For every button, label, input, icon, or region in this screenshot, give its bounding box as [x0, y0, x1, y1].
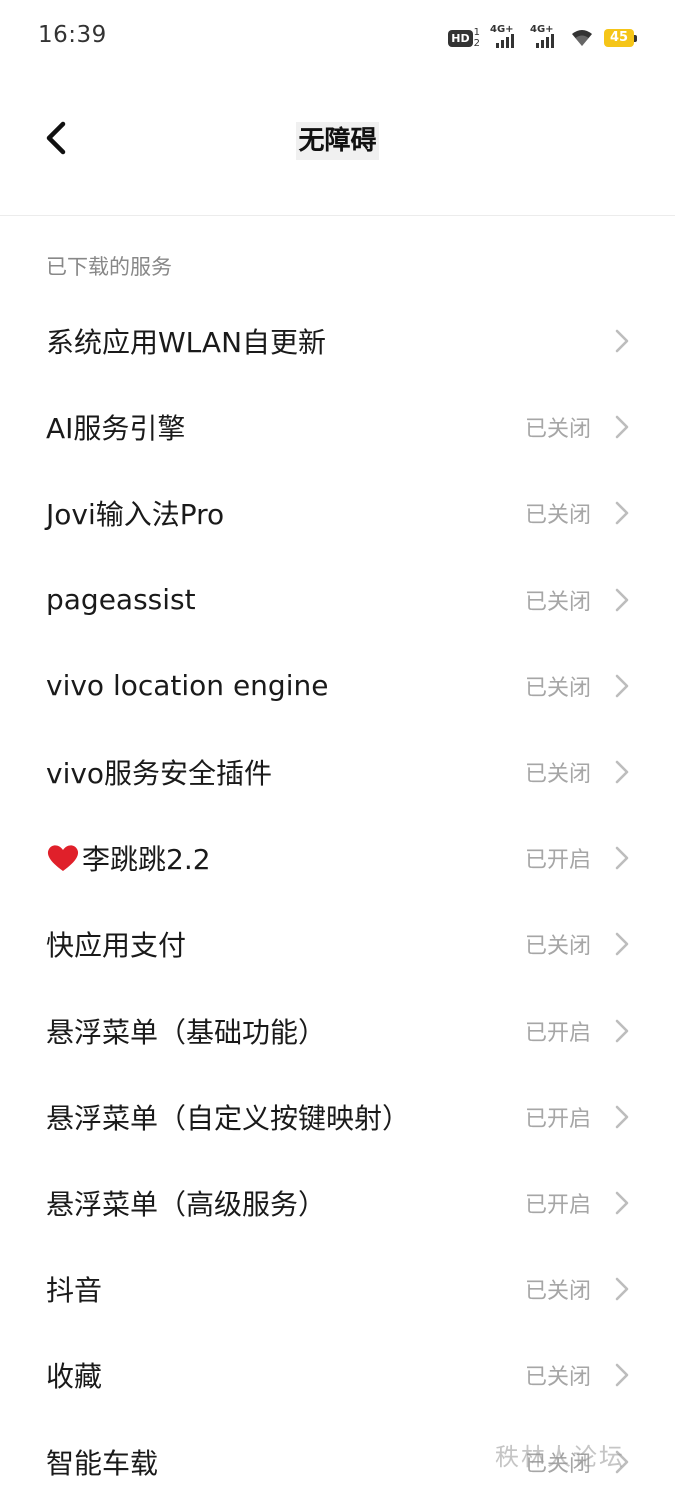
chevron-right-icon — [613, 587, 631, 613]
chevron-right-icon — [613, 1362, 631, 1388]
signal-bars-2 — [536, 34, 554, 48]
chevron-right-icon — [613, 845, 631, 871]
item-label: 悬浮菜单（高级服务） — [46, 1187, 327, 1221]
item-label: pageassist — [46, 583, 196, 617]
item-status: 已开启 — [524, 1106, 591, 1132]
list-item[interactable]: 李跳跳2.2 已开启 — [0, 815, 675, 901]
hd-top-number: 1 — [473, 27, 480, 38]
watermark: 秩林人论坛 — [495, 1443, 625, 1471]
item-label: Jovi输入法Pro — [46, 498, 225, 532]
item-status: 已关闭 — [524, 675, 591, 701]
list-item[interactable]: vivo服务安全插件 已关闭 — [0, 729, 675, 815]
battery-tip — [634, 34, 637, 42]
list-item[interactable]: 收藏 已关闭 — [0, 1332, 675, 1418]
list-item[interactable]: 抖音 已关闭 — [0, 1246, 675, 1332]
item-label: 悬浮菜单（自定义按键映射） — [46, 1101, 411, 1135]
chevron-right-icon — [613, 931, 631, 957]
signal-4g-icon: 4G+ — [490, 24, 520, 50]
item-label: 悬浮菜单（基础功能） — [46, 1015, 327, 1049]
list-item[interactable]: 悬浮菜单（基础功能） 已开启 — [0, 988, 675, 1074]
item-status: 已开启 — [524, 1020, 591, 1046]
item-label: 系统应用WLAN自更新 — [46, 326, 327, 360]
hd-label: HD — [448, 29, 473, 47]
chevron-right-icon — [613, 500, 631, 526]
item-label: 李跳跳2.2 — [82, 843, 211, 877]
list-item[interactable]: Jovi输入法Pro 已关闭 — [0, 470, 675, 556]
heart-icon — [47, 845, 79, 872]
list-item[interactable]: 悬浮菜单（高级服务） 已开启 — [0, 1160, 675, 1246]
page-title: 无障碍 — [0, 120, 675, 160]
item-status: 已关闭 — [524, 417, 591, 443]
hd-voice-icon: HD 1 2 — [448, 27, 480, 49]
chevron-right-icon — [613, 1190, 631, 1216]
wifi-icon — [572, 30, 592, 46]
item-status: 已关闭 — [524, 934, 591, 960]
chevron-right-icon — [613, 1104, 631, 1130]
list-item[interactable]: 系统应用WLAN自更新 — [0, 298, 675, 384]
status-bar: 16:39 HD 1 2 4G+ 4G+ 45 — [0, 0, 675, 76]
page-title-text: 无障碍 — [296, 122, 379, 160]
item-label: 快应用支付 — [46, 929, 187, 963]
item-status: 已关闭 — [524, 762, 591, 788]
service-list: 系统应用WLAN自更新 AI服务引擎 已关闭 Jovi输入法Pro 已关闭 pa… — [0, 298, 675, 1500]
item-status: 已开启 — [524, 1192, 591, 1218]
chevron-right-icon — [613, 1018, 631, 1044]
hd-sim-numbers: 1 2 — [474, 27, 480, 49]
item-label: 智能车载 — [46, 1446, 159, 1480]
chevron-right-icon — [613, 414, 631, 440]
title-bar: 无障碍 — [0, 76, 675, 216]
list-item[interactable]: vivo location engine 已关闭 — [0, 643, 675, 729]
battery-level: 45 — [604, 29, 634, 47]
section-header: 已下载的服务 — [46, 255, 172, 279]
chevron-right-icon — [613, 328, 631, 354]
battery-icon: 45 — [604, 29, 637, 47]
status-icons: HD 1 2 4G+ 4G+ 45 — [448, 24, 637, 52]
chevron-right-icon — [613, 759, 631, 785]
chevron-right-icon — [613, 673, 631, 699]
signal-bars — [496, 34, 514, 48]
list-item[interactable]: pageassist 已关闭 — [0, 557, 675, 643]
item-label: vivo服务安全插件 — [46, 757, 273, 791]
list-item[interactable]: AI服务引擎 已关闭 — [0, 384, 675, 470]
item-label-with-icon: 李跳跳2.2 — [46, 838, 211, 878]
item-label: 收藏 — [46, 1360, 103, 1394]
item-status: 已关闭 — [524, 503, 591, 529]
item-label: vivo location engine — [46, 669, 329, 703]
list-item[interactable]: 快应用支付 已关闭 — [0, 901, 675, 987]
status-time: 16:39 — [38, 22, 107, 48]
hd-bottom-number: 2 — [473, 38, 480, 49]
signal-4g-icon-2: 4G+ — [530, 24, 560, 50]
item-status: 已开启 — [524, 848, 591, 874]
item-label: AI服务引擎 — [46, 412, 186, 446]
item-label: 抖音 — [46, 1274, 103, 1308]
chevron-right-icon — [613, 1276, 631, 1302]
item-status: 已关闭 — [524, 1279, 591, 1305]
item-status: 已关闭 — [524, 589, 591, 615]
list-item[interactable]: 悬浮菜单（自定义按键映射） 已开启 — [0, 1074, 675, 1160]
item-status: 已关闭 — [524, 1365, 591, 1391]
